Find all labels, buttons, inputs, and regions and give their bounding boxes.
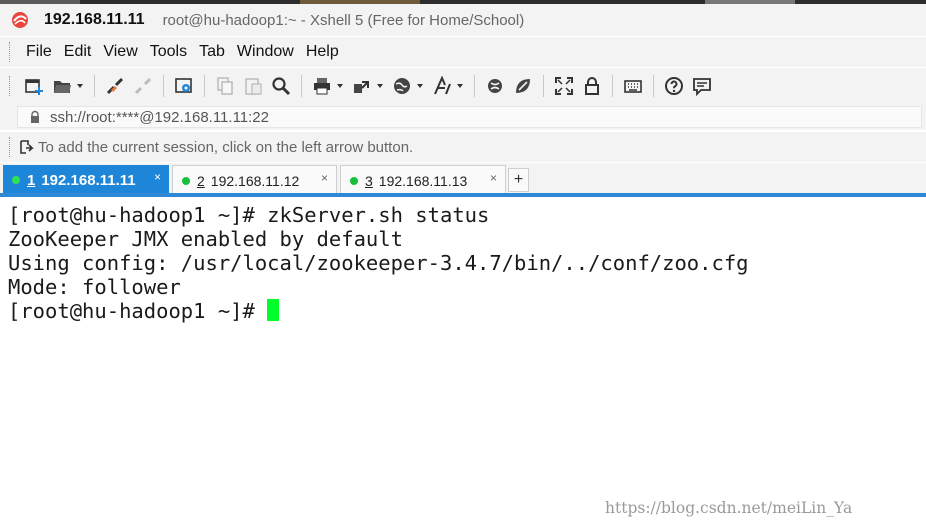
watermark: https://blog.csdn.net/meiLin_Ya [605, 499, 853, 517]
reconnect-icon [106, 77, 124, 95]
menu-file[interactable]: File [20, 38, 58, 66]
lock-icon [585, 77, 599, 95]
status-dot [182, 176, 190, 185]
toolbar-separator [301, 75, 302, 97]
menu-edit[interactable]: Edit [58, 38, 98, 66]
help-icon [665, 77, 683, 95]
tab-session-2[interactable]: 2 192.168.11.12 × [172, 165, 337, 195]
xftp-button[interactable] [483, 74, 507, 98]
disconnect-button[interactable] [131, 74, 155, 98]
print-dropdown[interactable] [336, 74, 344, 98]
menu-tools[interactable]: Tools [144, 38, 193, 66]
tab-host: 192.168.11.11 [41, 171, 136, 189]
keyboard-button[interactable] [621, 74, 645, 98]
copy-icon [217, 77, 233, 95]
terminal-line: Mode: follower [8, 275, 181, 299]
infobar-grip [9, 137, 12, 157]
globe-dropdown[interactable] [416, 74, 424, 98]
transfer-dropdown[interactable] [376, 74, 384, 98]
toolbar-separator [204, 75, 205, 97]
print-icon [314, 78, 330, 95]
properties-icon [175, 78, 192, 93]
add-session-arrow-icon[interactable] [18, 139, 34, 155]
transfer-icon [354, 81, 369, 93]
terminal-line: [root@hu-hadoop1 ~]# zkServer.sh status [8, 203, 490, 227]
font-button[interactable] [430, 74, 454, 98]
info-text: To add the current session, click on the… [38, 138, 414, 156]
tab-close-icon[interactable]: × [490, 171, 497, 185]
xmanager-button[interactable] [511, 74, 535, 98]
toolbar-separator [474, 75, 475, 97]
status-dot [12, 176, 20, 184]
tab-number: 2 [197, 172, 205, 189]
tab-close-icon[interactable]: × [154, 170, 161, 184]
tab-session-3[interactable]: 3 192.168.11.13 × [340, 165, 506, 195]
transfer-button[interactable] [350, 74, 374, 98]
tab-close-icon[interactable]: × [321, 171, 328, 185]
help-button[interactable] [662, 74, 686, 98]
title-bar: 192.168.11.11 root@hu-hadoop1:~ - Xshell… [0, 4, 926, 36]
paste-icon [245, 78, 262, 95]
terminal-line: ZooKeeper JMX enabled by default [8, 227, 403, 251]
globe-icon [394, 78, 410, 94]
menu-grip[interactable] [9, 42, 12, 62]
toolbar-separator [94, 75, 95, 97]
new-tab-button[interactable]: + [508, 168, 529, 192]
toolbar-separator [612, 75, 613, 97]
tab-number: 1 [27, 171, 36, 189]
status-dot [350, 176, 358, 185]
fullscreen-button[interactable] [552, 74, 576, 98]
find-icon [272, 77, 291, 96]
address-field[interactable]: ssh://root:****@192.168.11.11:22 [17, 106, 922, 128]
keyboard-icon [624, 80, 642, 93]
xmanager-icon [516, 79, 530, 93]
address-bar: ssh://root:****@192.168.11.11:22 [0, 104, 926, 130]
open-button[interactable] [50, 74, 74, 98]
tab-host: 192.168.11.13 [378, 172, 468, 189]
toolbar-grip[interactable] [9, 76, 12, 96]
window-title: root@hu-hadoop1:~ - Xshell 5 (Free for H… [162, 11, 525, 29]
menu-help[interactable]: Help [300, 38, 345, 66]
terminal-prompt-line: [root@hu-hadoop1 ~]# [8, 299, 280, 323]
toolbar-separator [163, 75, 164, 97]
font-icon [434, 76, 451, 95]
session-info-bar: To add the current session, click on the… [0, 132, 926, 162]
chat-button[interactable] [690, 74, 714, 98]
print-button[interactable] [310, 74, 334, 98]
address-text: ssh://root:****@192.168.11.11:22 [50, 108, 269, 126]
open-folder-icon [54, 81, 71, 93]
disconnect-icon [134, 77, 152, 95]
terminal-line: Using config: /usr/local/zookeeper-3.4.7… [8, 251, 749, 275]
properties-button[interactable] [172, 74, 196, 98]
title-host: 192.168.11.11 [44, 11, 145, 28]
tab-session-1[interactable]: 1 192.168.11.11 × [3, 165, 169, 195]
menu-window[interactable]: Window [231, 38, 300, 66]
xshell-logo-icon [12, 12, 28, 28]
globe-button[interactable] [390, 74, 414, 98]
terminal-cursor [267, 299, 280, 321]
paste-button[interactable] [241, 74, 265, 98]
toolbar-separator [543, 75, 544, 97]
new-session-icon [25, 79, 43, 95]
xftp-icon [488, 79, 502, 93]
lock-button[interactable] [580, 74, 604, 98]
menu-bar: File Edit View Tools Tab Window Help [0, 37, 926, 67]
chat-icon [693, 78, 711, 96]
reconnect-button[interactable] [103, 74, 127, 98]
toolbar-separator [653, 75, 654, 97]
menu-tab[interactable]: Tab [193, 38, 231, 66]
toolbar [0, 68, 926, 104]
open-dropdown[interactable] [76, 74, 84, 98]
fullscreen-icon [555, 77, 573, 95]
lock-icon [31, 110, 39, 123]
terminal-prompt: [root@hu-hadoop1 ~]# [8, 299, 268, 323]
find-button[interactable] [269, 74, 293, 98]
tab-number: 3 [365, 172, 373, 189]
tab-host: 192.168.11.12 [210, 172, 300, 189]
font-dropdown[interactable] [456, 74, 464, 98]
menu-view[interactable]: View [97, 38, 143, 66]
new-session-button[interactable] [22, 74, 46, 98]
copy-button[interactable] [213, 74, 237, 98]
